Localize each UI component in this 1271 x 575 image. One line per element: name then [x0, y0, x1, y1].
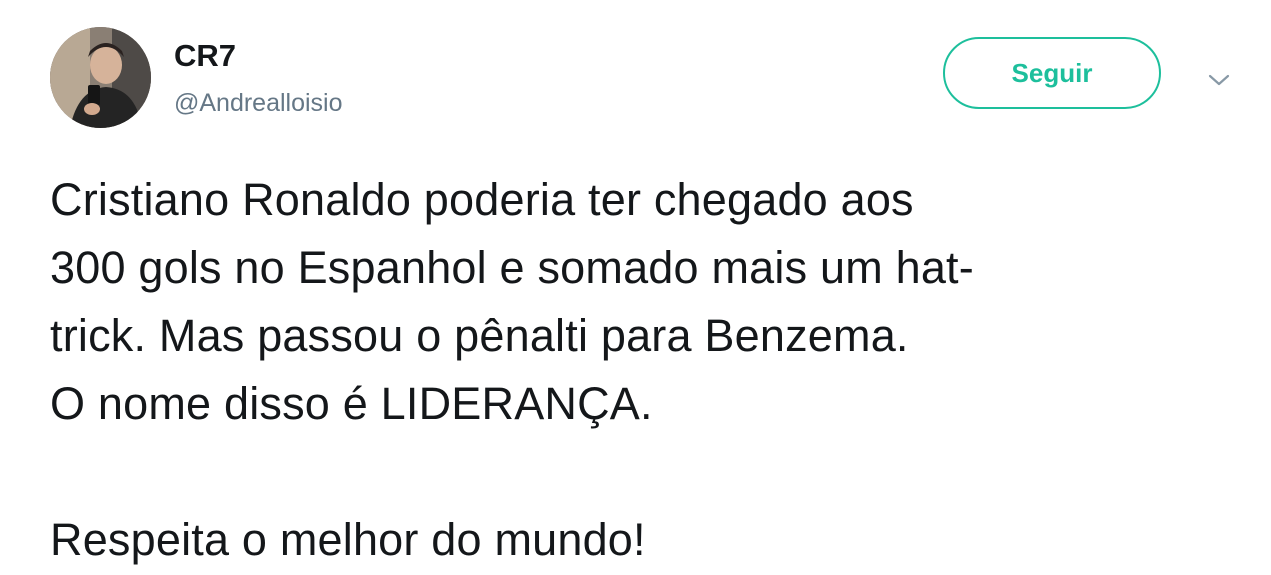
tweet-text: Cristiano Ronaldo poderia ter chegado ao… [50, 166, 1250, 574]
follow-button[interactable]: Seguir [943, 37, 1161, 109]
tweet-text-line: O nome disso é LIDERANÇA. [50, 378, 653, 429]
tweet-text-line: trick. Mas passou o pênalti para Benzema… [50, 310, 909, 361]
chevron-down-icon [1208, 74, 1230, 86]
tweet-menu-button[interactable] [1203, 64, 1235, 96]
tweet-text-line: Respeita o melhor do mundo! [50, 514, 646, 565]
avatar[interactable] [50, 27, 151, 128]
tweet-card: CR7 @Andrealloisio Seguir Cristiano Rona… [0, 0, 1271, 575]
display-name[interactable]: CR7 [174, 38, 236, 74]
tweet-text-line: Cristiano Ronaldo poderia ter chegado ao… [50, 174, 914, 225]
tweet-text-line: 300 gols no Espanhol e somado mais um ha… [50, 242, 974, 293]
paragraph-break [50, 438, 1250, 506]
avatar-photo [50, 27, 151, 128]
user-handle[interactable]: @Andrealloisio [174, 88, 343, 118]
